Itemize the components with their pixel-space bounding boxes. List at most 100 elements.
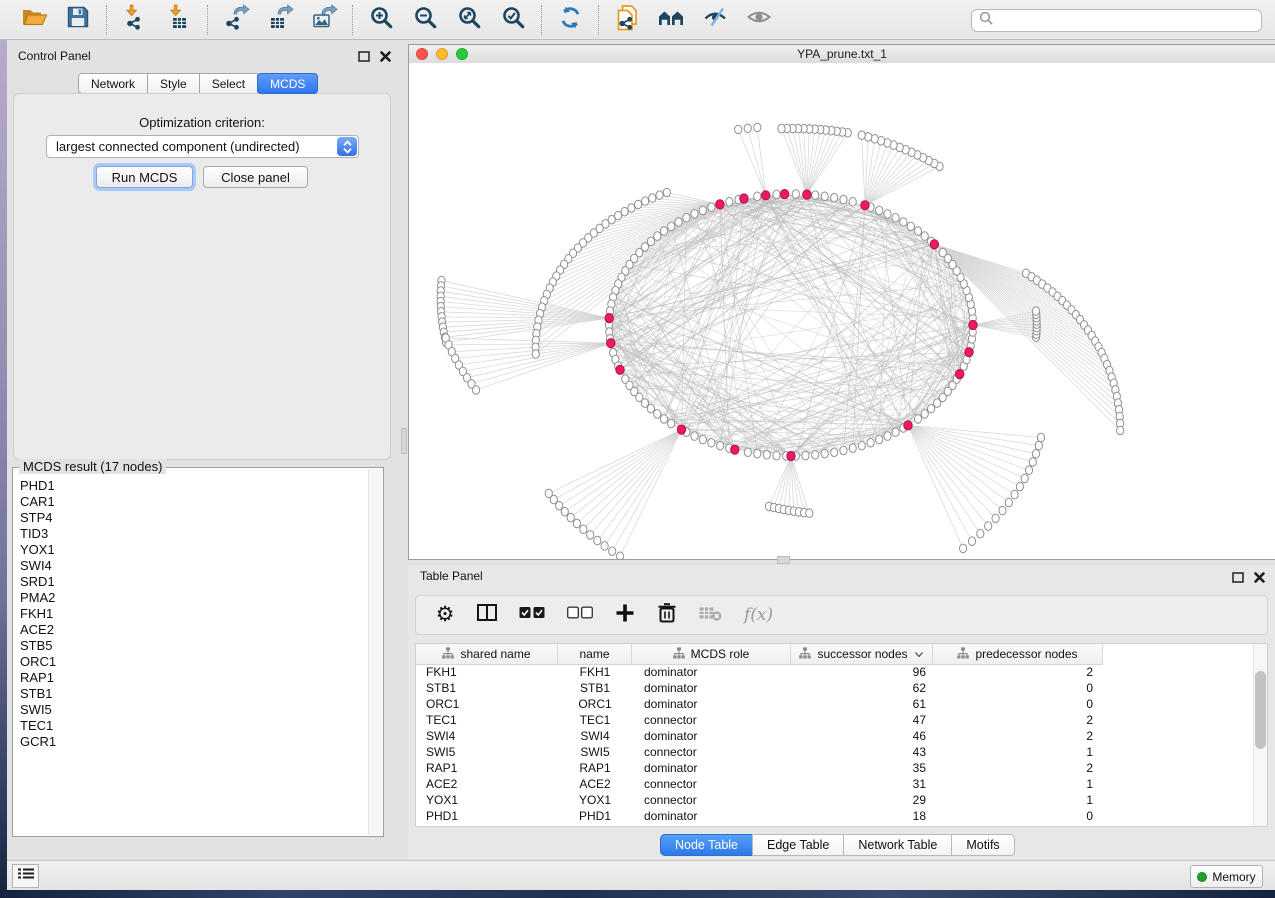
network-node[interactable] <box>1117 426 1124 435</box>
table-row[interactable]: TEC1TEC1connector472 <box>416 712 1253 728</box>
import-network-button[interactable] <box>121 6 149 34</box>
network-node[interactable] <box>567 513 574 522</box>
show-panels-button[interactable] <box>12 864 39 888</box>
network-node[interactable] <box>892 214 899 223</box>
mcds-hub-node[interactable] <box>716 200 724 209</box>
save-session-button[interactable] <box>64 6 92 34</box>
close-window-icon[interactable] <box>416 48 428 60</box>
tab-motifs[interactable]: Motifs <box>951 834 1014 856</box>
result-list-item[interactable]: TEC1 <box>20 718 365 734</box>
network-node[interactable] <box>754 449 761 458</box>
network-node[interactable] <box>876 435 883 444</box>
network-node[interactable] <box>992 514 999 523</box>
tab-network-table[interactable]: Network Table <box>843 834 952 856</box>
network-node[interactable] <box>699 435 706 444</box>
network-node[interactable] <box>892 428 899 437</box>
network-node[interactable] <box>821 449 828 458</box>
network-node[interactable] <box>1037 433 1044 442</box>
network-node[interactable] <box>763 451 770 460</box>
table-row[interactable]: YOX1YOX1connector291 <box>416 792 1253 808</box>
network-node[interactable] <box>654 232 661 241</box>
table-row[interactable]: SWI5SWI5connector431 <box>416 744 1253 760</box>
network-node[interactable] <box>660 227 667 236</box>
network-node[interactable] <box>699 206 706 215</box>
mcds-hub-node[interactable] <box>616 365 624 374</box>
add-row-button[interactable] <box>615 604 635 627</box>
network-node[interactable] <box>802 451 809 460</box>
result-list-item[interactable]: STB1 <box>20 686 365 702</box>
mcds-hub-node[interactable] <box>762 191 770 200</box>
network-node[interactable] <box>744 124 751 133</box>
network-node[interactable] <box>628 204 635 213</box>
network-node[interactable] <box>561 507 568 516</box>
result-list-item[interactable]: SRD1 <box>20 574 365 590</box>
result-list-item[interactable]: ACE2 <box>20 622 365 638</box>
network-node[interactable] <box>921 410 928 419</box>
network-node[interactable] <box>778 124 785 133</box>
deselect-all-button[interactable] <box>567 606 593 624</box>
network-node[interactable] <box>849 198 856 207</box>
result-list-item[interactable]: FKH1 <box>20 606 365 622</box>
show-graphics-button[interactable] <box>745 6 773 34</box>
network-node[interactable] <box>884 432 891 441</box>
float-icon[interactable] <box>358 49 370 67</box>
network-node[interactable] <box>717 441 724 450</box>
tab-style[interactable]: Style <box>147 73 200 94</box>
network-node[interactable] <box>985 522 992 531</box>
mcds-hub-node[interactable] <box>969 320 977 329</box>
network-node[interactable] <box>806 509 813 518</box>
network-node[interactable] <box>594 536 601 545</box>
network-node[interactable] <box>744 448 751 457</box>
network-node[interactable] <box>708 203 715 212</box>
table-scrollbar[interactable] <box>1253 644 1267 826</box>
optimization-criterion-select[interactable]: largest connected component (undirected) <box>46 135 359 158</box>
network-node[interactable] <box>1029 458 1036 467</box>
tab-node-table[interactable]: Node Table <box>660 834 753 856</box>
network-node[interactable] <box>660 415 667 424</box>
maximize-window-icon[interactable] <box>456 48 468 60</box>
network-node[interactable] <box>867 439 874 448</box>
network-node[interactable] <box>573 519 580 528</box>
network-node[interactable] <box>831 193 838 202</box>
column-header-successor-nodes[interactable]: successor nodes <box>791 644 933 664</box>
network-node[interactable] <box>668 222 675 231</box>
result-list-item[interactable]: PMA2 <box>20 590 365 606</box>
table-row[interactable]: STB1STB1dominator620 <box>416 680 1253 696</box>
open-file-button[interactable] <box>20 6 48 34</box>
tab-select[interactable]: Select <box>199 73 258 94</box>
network-node[interactable] <box>735 125 742 134</box>
network-node[interactable] <box>884 210 891 219</box>
network-node[interactable] <box>849 444 856 453</box>
result-list-item[interactable]: GCR1 <box>20 734 365 750</box>
network-node[interactable] <box>1035 441 1042 450</box>
network-node[interactable] <box>812 191 819 200</box>
mcds-hub-node[interactable] <box>605 314 613 323</box>
result-list-item[interactable]: TID3 <box>20 526 365 542</box>
minimize-window-icon[interactable] <box>436 48 448 60</box>
network-node[interactable] <box>960 544 967 553</box>
network-node[interactable] <box>858 131 865 140</box>
network-node[interactable] <box>754 192 761 201</box>
table-scrollbar-thumb[interactable] <box>1255 671 1266 749</box>
result-list-item[interactable]: RAP1 <box>20 670 365 686</box>
tab-edge-table[interactable]: Edge Table <box>752 834 844 856</box>
result-list-item[interactable]: SWI4 <box>20 558 365 574</box>
table-row[interactable]: FKH1FKH1dominator962 <box>416 664 1253 680</box>
network-node[interactable] <box>1011 490 1018 499</box>
network-node[interactable] <box>921 232 928 241</box>
network-node[interactable] <box>649 194 656 203</box>
network-node[interactable] <box>858 441 865 450</box>
network-node[interactable] <box>1021 474 1028 483</box>
network-node[interactable] <box>609 547 616 556</box>
network-node[interactable] <box>642 197 649 206</box>
network-node[interactable] <box>968 537 975 546</box>
result-list-item[interactable]: YOX1 <box>20 542 365 558</box>
result-list-item[interactable]: PHD1 <box>20 478 365 494</box>
table-row[interactable]: ORC1ORC1dominator610 <box>416 696 1253 712</box>
import-table-button[interactable] <box>165 6 193 34</box>
network-node[interactable] <box>1005 498 1012 507</box>
network-node[interactable] <box>473 386 480 395</box>
network-node[interactable] <box>840 446 847 455</box>
zoom-in-button[interactable] <box>367 6 395 34</box>
memory-button[interactable]: Memory <box>1190 865 1263 888</box>
